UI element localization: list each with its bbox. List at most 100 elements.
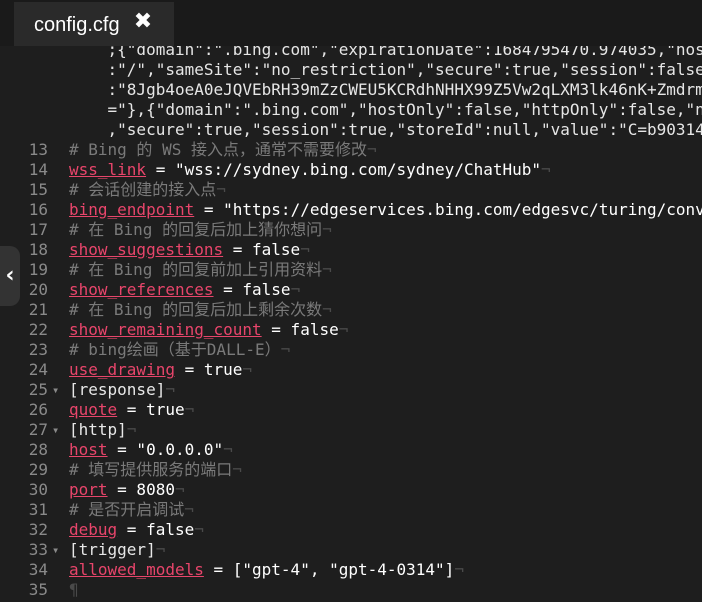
line-end-marker: ¬ xyxy=(165,380,175,399)
code-line[interactable]: 27 ▾ [http]¬ xyxy=(0,420,702,440)
code-line[interactable]: 18 show_suggestions = false¬ xyxy=(0,240,702,260)
code-token: = false xyxy=(213,280,291,299)
code-line[interactable]: 21 # 在 Bing 的回复后加上剩余次数¬ xyxy=(0,300,702,320)
fold-chevron-icon[interactable]: ▾ xyxy=(52,380,59,400)
code-line[interactable]: 33 ▾ [trigger]¬ xyxy=(0,540,702,560)
line-end-marker: ¬ xyxy=(194,520,204,539)
line-number: 16 xyxy=(28,200,48,219)
code-text: [response]¬ xyxy=(69,380,175,400)
code-text: # 会话创建的接入点¬ xyxy=(69,180,226,200)
code-line[interactable]: 32 debug = false¬ xyxy=(0,520,702,540)
code-text: allowed_models = ["gpt-4", "gpt-4-0314"]… xyxy=(69,560,464,580)
line-end-marker: ¬ xyxy=(280,340,291,359)
line-number: 26 xyxy=(28,400,48,419)
comment-text: # 在 Bing 的回复后加上猜你想问 xyxy=(69,220,323,239)
code-line[interactable]: 16 bing_endpoint = "https://edgeservices.… xyxy=(0,200,702,220)
code-text: ;{"domain":".bing.com","expirationDate":… xyxy=(69,46,702,60)
line-number: 25 xyxy=(28,380,48,399)
line-number: 17 xyxy=(28,220,48,239)
line-number: 14 xyxy=(28,160,48,179)
code-line[interactable]: :"/","sameSite":"no_restriction","secure… xyxy=(0,60,702,80)
code-text: # 在 Bing 的回复前加上引用资料¬ xyxy=(69,260,332,280)
line-number: 27 xyxy=(28,420,48,439)
code-line[interactable]: 13 # Bing 的 WS 接入点，通常不需要修改¬ xyxy=(0,140,702,160)
code-text: ¶ xyxy=(69,580,79,600)
config-key: show_remaining_count xyxy=(69,320,262,339)
code-line[interactable]: 28 host = "0.0.0.0"¬ xyxy=(0,440,702,460)
code-line[interactable]: 34 allowed_models = ["gpt-4", "gpt-4-0314… xyxy=(0,560,702,580)
code-line[interactable]: 19 # 在 Bing 的回复前加上引用资料¬ xyxy=(0,260,702,280)
code-line[interactable]: ;{"domain":".bing.com","expirationDate":… xyxy=(0,46,702,60)
code-line[interactable]: 25 ▾ [response]¬ xyxy=(0,380,702,400)
code-text: # 在 Bing 的回复后加上猜你想问¬ xyxy=(69,220,332,240)
line-number: 13 xyxy=(28,140,48,159)
code-token: ="},{"domain":".bing.com","hostOnly":fal… xyxy=(69,100,702,119)
line-end-marker: ¬ xyxy=(126,420,137,439)
line-number: 28 xyxy=(28,440,48,459)
line-number: 24 xyxy=(28,360,48,379)
close-icon[interactable]: ✖ xyxy=(132,11,154,33)
comment-text: # 填写提供服务的端口 xyxy=(69,460,233,479)
code-token: = false xyxy=(261,320,339,339)
code-line[interactable]: 17 # 在 Bing 的回复后加上猜你想问¬ xyxy=(0,220,702,240)
line-end-marker: ¬ xyxy=(322,260,332,279)
code-line[interactable]: 20 show_references = false¬ xyxy=(0,280,702,300)
line-number: 35 xyxy=(28,580,48,599)
line-end-marker: ¶ xyxy=(69,580,79,599)
code-text: :"/","sameSite":"no_restriction","secure… xyxy=(69,60,702,80)
config-key: bing_endpoint xyxy=(69,200,195,219)
code-line[interactable]: 24 use_drawing = true¬ xyxy=(0,360,702,380)
tab-title: config.cfg xyxy=(34,14,120,36)
tab-config-cfg[interactable]: config.cfg ✖ xyxy=(14,2,174,48)
code-line[interactable]: 26 quote = true¬ xyxy=(0,400,702,420)
code-line[interactable]: 23 # bing绘画（基于DALL-E）¬ xyxy=(0,340,702,360)
line-number: 15 xyxy=(28,180,48,199)
code-line[interactable]: 22 show_remaining_count = false¬ xyxy=(0,320,702,340)
code-line[interactable]: 31 # 是否开启调试¬ xyxy=(0,500,702,520)
line-end-marker: ¬ xyxy=(366,140,377,159)
line-end-marker: ¬ xyxy=(184,400,195,419)
code-line[interactable]: 14 wss_link = "wss://sydney.bing.com/sydn… xyxy=(0,160,702,180)
code-line[interactable]: :"8Jgb4oeA0eJQVEbRH39mZzCWEU5KCRdhNHHX99… xyxy=(0,80,702,100)
code-text: # 是否开启调试¬ xyxy=(69,500,194,520)
config-key: debug xyxy=(69,520,118,539)
line-end-marker: ¬ xyxy=(338,320,349,339)
code-token: = "https://edgeservices.bing.com/edgesvc… xyxy=(194,200,702,219)
code-editor[interactable]: ;{"domain":".bing.com","expirationDate":… xyxy=(0,46,702,602)
code-line[interactable]: ="},{"domain":".bing.com","hostOnly":fal… xyxy=(0,100,702,120)
line-end-marker: ¬ xyxy=(290,280,301,299)
code-text: host = "0.0.0.0"¬ xyxy=(69,440,233,460)
code-line[interactable]: 29 # 填写提供服务的端口¬ xyxy=(0,460,702,480)
chevron-left-icon[interactable]: ‹ xyxy=(0,246,20,306)
code-token: = false xyxy=(117,520,195,539)
line-number: 29 xyxy=(28,460,48,479)
tab-bar: config.cfg ✖ xyxy=(0,0,702,48)
code-line[interactable]: ,"secure":true,"session":true,"storeId":… xyxy=(0,120,702,140)
fold-chevron-icon[interactable]: ▾ xyxy=(52,540,59,560)
code-text: show_remaining_count = false¬ xyxy=(69,320,348,340)
code-token: ;{"domain":".bing.com","expirationDate":… xyxy=(69,46,702,59)
line-end-marker: ¬ xyxy=(223,440,233,459)
code-text: :"8Jgb4oeA0eJQVEbRH39mZzCWEU5KCRdhNHHX99… xyxy=(69,80,702,100)
config-key: port xyxy=(69,480,108,499)
section-header: [trigger] xyxy=(69,540,156,559)
code-line[interactable]: 15 # 会话创建的接入点¬ xyxy=(0,180,702,200)
line-number: 22 xyxy=(28,320,48,339)
section-header: [response] xyxy=(69,380,166,399)
code-text: [trigger]¬ xyxy=(69,540,165,560)
config-key: quote xyxy=(69,400,118,419)
code-text: # bing绘画（基于DALL-E）¬ xyxy=(69,340,290,360)
line-number: 31 xyxy=(28,500,48,519)
code-text: use_drawing = true¬ xyxy=(69,360,252,380)
line-number: 33 xyxy=(28,540,48,559)
config-key: host xyxy=(69,440,108,459)
config-key: use_drawing xyxy=(69,360,175,379)
code-line[interactable]: 30 port = 8080¬ xyxy=(0,480,702,500)
fold-chevron-icon[interactable]: ▾ xyxy=(52,420,59,440)
code-line[interactable]: 35 ¶ xyxy=(0,580,702,600)
line-number: 32 xyxy=(28,520,48,539)
code-token: ,"secure":true,"session":true,"storeId":… xyxy=(69,120,702,139)
line-end-marker: ¬ xyxy=(322,300,332,319)
line-end-marker: ¬ xyxy=(155,540,166,559)
code-token: = ["gpt-4", "gpt-4-0314"] xyxy=(203,560,455,579)
